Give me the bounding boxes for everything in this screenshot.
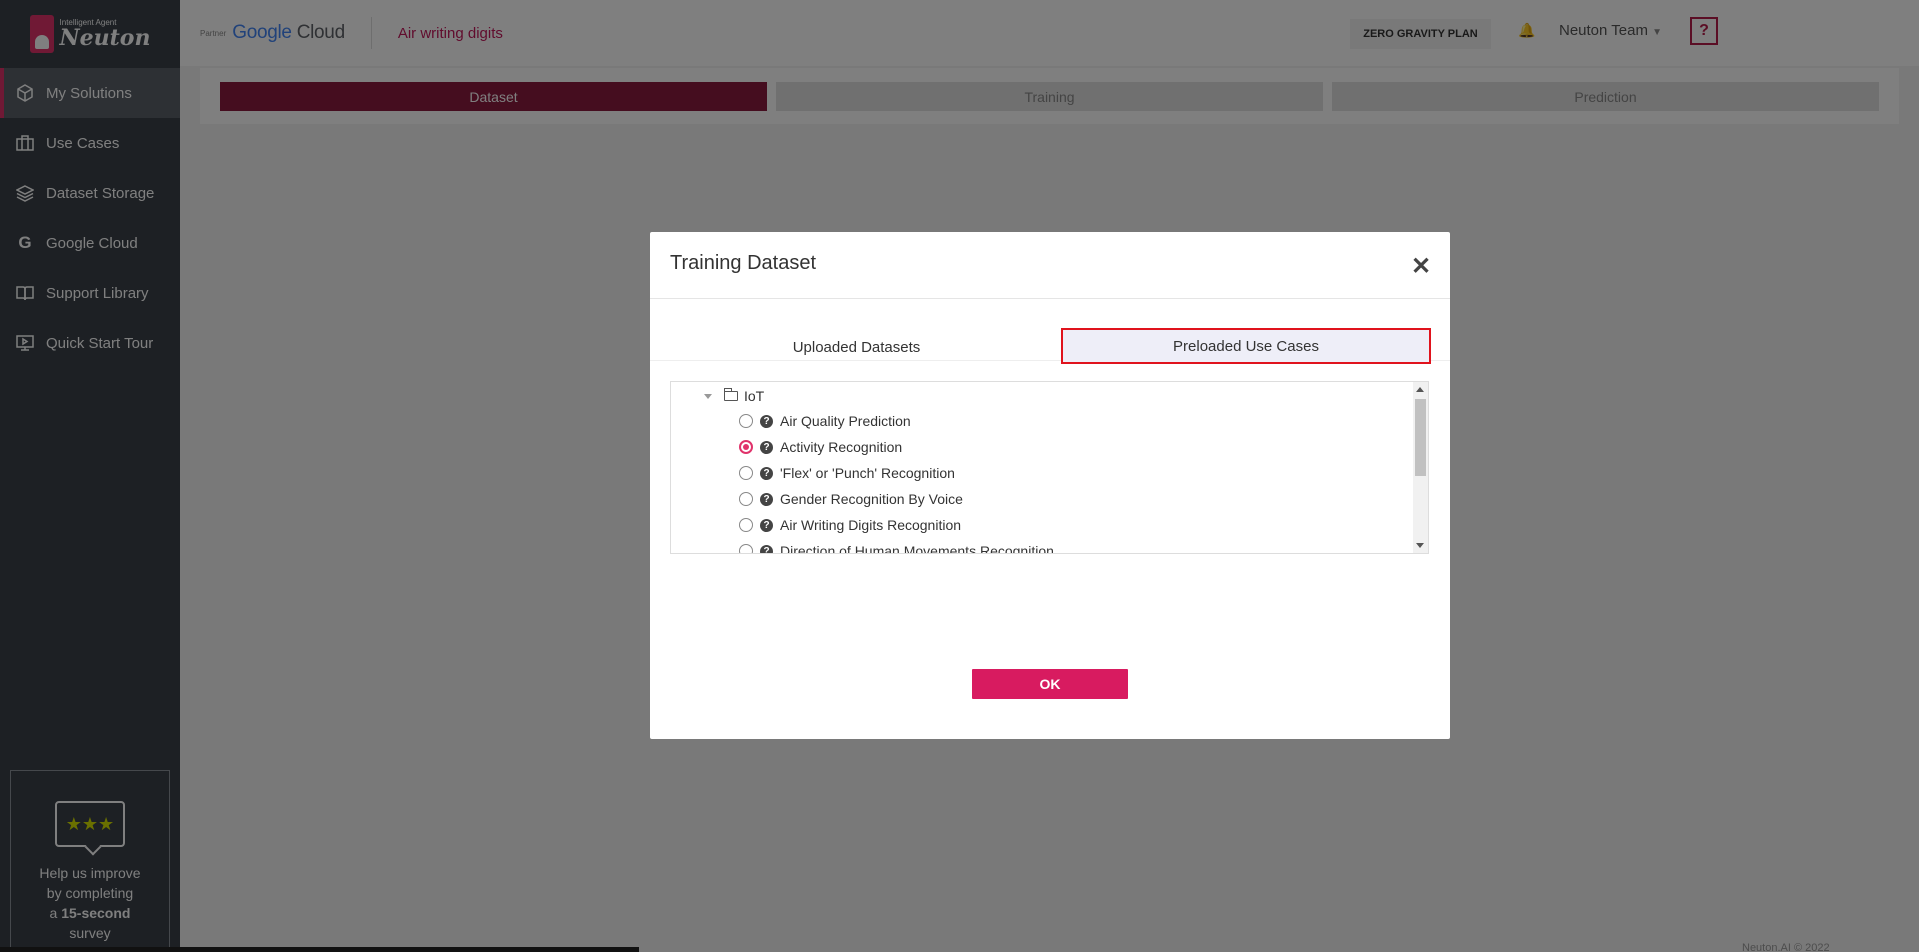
training-dataset-dialog: Training Dataset ✕ Uploaded Datasets Pre… (650, 232, 1450, 739)
list-item[interactable]: ? Air Quality Prediction (739, 411, 911, 431)
tree-folder-iot[interactable]: IoT (704, 388, 764, 404)
radio-button[interactable] (739, 466, 753, 480)
tab-uploaded-datasets[interactable]: Uploaded Datasets (670, 330, 1043, 364)
dialog-title: Training Dataset (670, 252, 816, 274)
radio-button[interactable] (739, 492, 753, 506)
folder-label: IoT (744, 388, 765, 404)
scroll-thumb[interactable] (1415, 399, 1426, 476)
list-item[interactable]: ? Direction of Human Movements Recogniti… (739, 541, 1054, 554)
list-item[interactable]: ? 'Flex' or 'Punch' Recognition (739, 463, 955, 483)
radio-button[interactable] (739, 414, 753, 428)
list-item[interactable]: ? Air Writing Digits Recognition (739, 515, 961, 535)
bottom-bar (0, 947, 639, 952)
scroll-down-icon[interactable] (1416, 543, 1424, 548)
list-item[interactable]: ? Activity Recognition (739, 437, 902, 457)
folder-icon (724, 388, 738, 401)
use-case-label: 'Flex' or 'Punch' Recognition (780, 465, 955, 481)
ok-button[interactable]: OK (972, 669, 1128, 699)
use-case-tree[interactable]: IoT ? Air Quality Prediction ? Activity … (670, 381, 1429, 554)
question-icon[interactable]: ? (760, 414, 773, 428)
use-case-label: Direction of Human Movements Recognition (780, 543, 1054, 554)
tab-preloaded-use-cases[interactable]: Preloaded Use Cases (1061, 328, 1431, 364)
use-case-label: Air Writing Digits Recognition (780, 517, 962, 533)
caret-down-icon[interactable] (704, 393, 712, 399)
question-icon[interactable]: ? (760, 518, 773, 532)
tree-scrollbar[interactable] (1413, 382, 1428, 553)
question-icon[interactable]: ? (760, 544, 773, 553)
question-icon[interactable]: ? (760, 466, 773, 480)
close-icon[interactable]: ✕ (1411, 252, 1431, 281)
question-icon[interactable]: ? (760, 492, 773, 506)
dataset-tabs: Uploaded Datasets Preloaded Use Cases (650, 328, 1450, 364)
dialog-divider (650, 298, 1450, 299)
radio-button[interactable] (739, 440, 753, 454)
scroll-up-icon[interactable] (1416, 387, 1424, 392)
radio-button[interactable] (739, 518, 753, 532)
use-case-label: Air Quality Prediction (780, 413, 911, 429)
radio-button[interactable] (739, 544, 753, 553)
use-case-label: Activity Recognition (780, 439, 903, 455)
use-case-label: Gender Recognition By Voice (780, 491, 963, 507)
list-item[interactable]: ? Gender Recognition By Voice (739, 489, 963, 509)
question-icon[interactable]: ? (760, 440, 773, 454)
